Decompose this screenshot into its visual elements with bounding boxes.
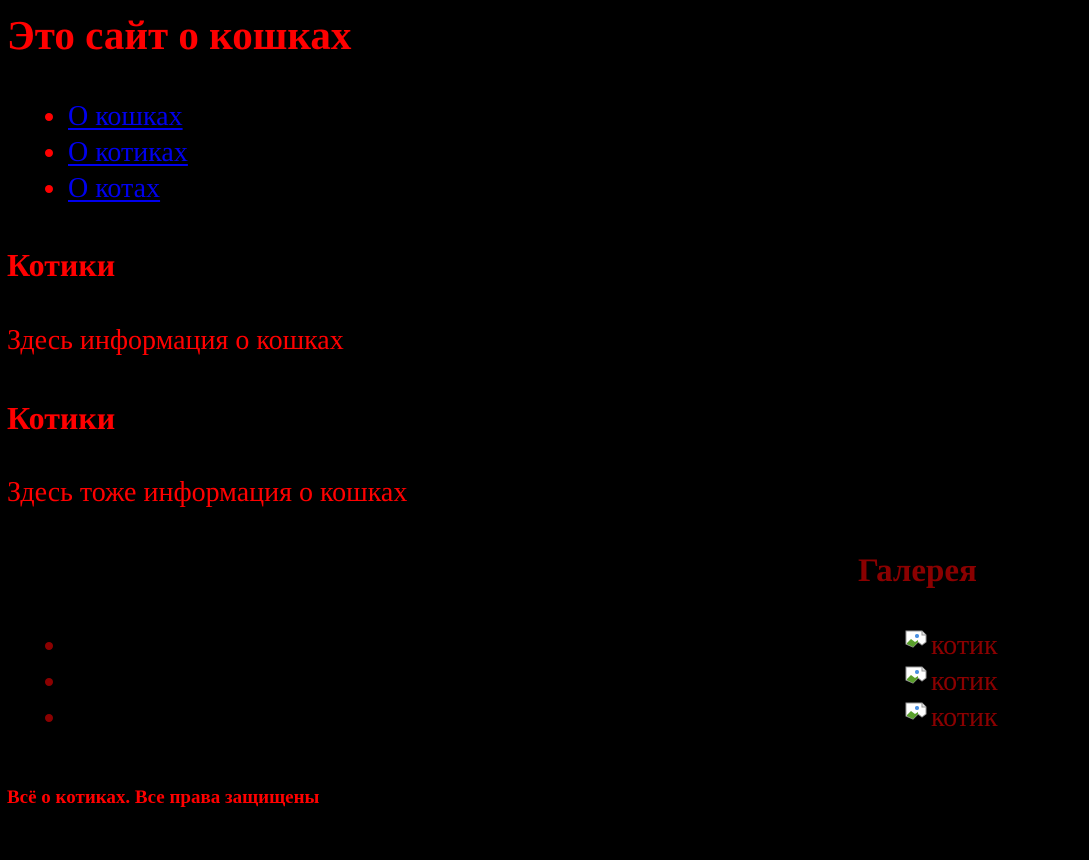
nav-link-about-tomcats[interactable]: О котах bbox=[68, 173, 160, 204]
gallery-image-alt: котик bbox=[931, 630, 998, 661]
gallery-heading: Галерея bbox=[858, 553, 977, 589]
nav-link-about-kittens[interactable]: О котиках bbox=[68, 137, 188, 168]
gallery-item: котик bbox=[68, 628, 1089, 664]
section-text: Здесь тоже информация о кошках bbox=[7, 477, 408, 508]
nav-link-about-cats[interactable]: О кошках bbox=[68, 101, 183, 132]
broken-image-icon bbox=[905, 664, 931, 688]
section-text: Здесь информация о кошках bbox=[7, 325, 344, 356]
gallery-image: котик bbox=[905, 628, 998, 664]
gallery-image-alt: котик bbox=[931, 666, 998, 697]
gallery-image: котик bbox=[905, 700, 998, 736]
nav-list: О кошках О котиках О котах bbox=[0, 99, 188, 207]
section-heading: Котики bbox=[7, 247, 116, 283]
broken-image-icon bbox=[905, 628, 931, 652]
gallery-image: котик bbox=[905, 664, 998, 700]
broken-image-icon bbox=[905, 700, 931, 724]
gallery-item: котик bbox=[68, 664, 1089, 700]
gallery-item: котик bbox=[68, 700, 1089, 736]
gallery-image-alt: котик bbox=[931, 702, 998, 733]
footer-text: Всё о котиках. Все права защищены bbox=[7, 787, 320, 808]
nav-item: О кошках bbox=[68, 99, 188, 135]
gallery-list: котик котик bbox=[0, 628, 1089, 736]
page-title: Это сайт о кошках bbox=[7, 12, 352, 58]
section-heading: Котики bbox=[7, 400, 116, 436]
nav-item: О котиках bbox=[68, 135, 188, 171]
nav-item: О котах bbox=[68, 171, 188, 207]
